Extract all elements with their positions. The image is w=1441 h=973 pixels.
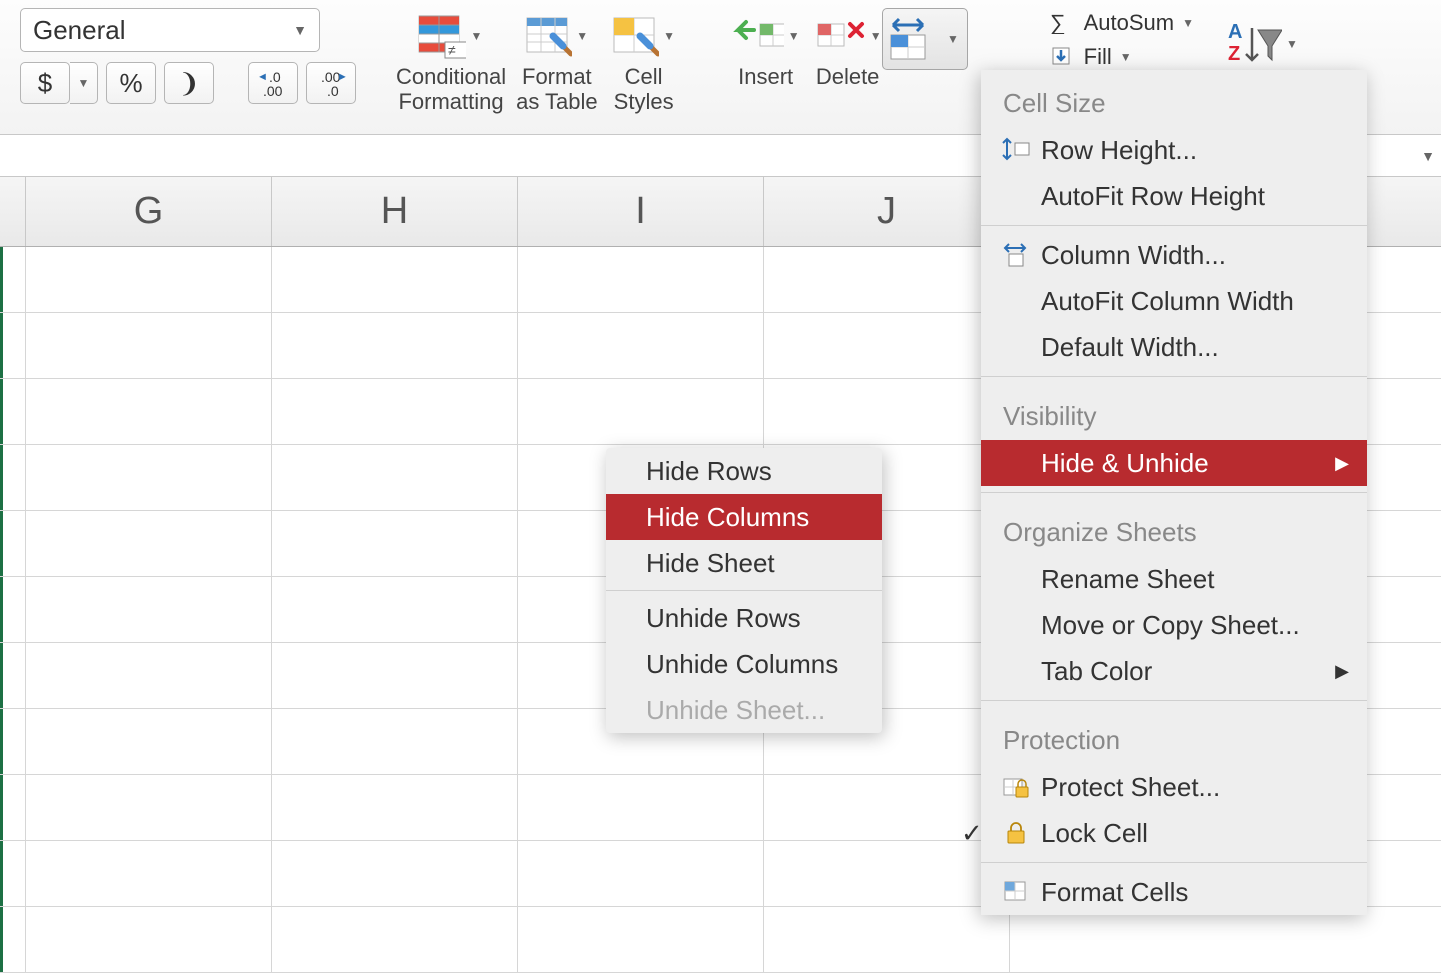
- grid-row: [0, 907, 1441, 973]
- menu-item-format-cells[interactable]: Format Cells: [981, 869, 1367, 915]
- format-as-table-button[interactable]: ▼ Format as Table: [516, 8, 598, 115]
- chevron-down-icon: ▼: [947, 32, 965, 46]
- menu-item-default-width[interactable]: Default Width...: [981, 324, 1367, 370]
- svg-text:◄: ◄: [257, 71, 268, 83]
- format-as-table-label: Format as Table: [516, 64, 598, 115]
- menu-section-visibility: Visibility: [981, 383, 1367, 440]
- menu-section-cell-size: Cell Size: [981, 70, 1367, 127]
- delete-cells-icon: [812, 14, 866, 58]
- format-menu: Cell Size Row Height... AutoFit Row Heig…: [981, 70, 1367, 915]
- chevron-down-icon: ▼: [1182, 16, 1194, 30]
- autosum-icon: ∑: [1048, 11, 1076, 35]
- format-cells-button[interactable]: ▼: [882, 8, 968, 70]
- chevron-down-icon: ▼: [1286, 37, 1298, 51]
- conditional-formatting-button[interactable]: ≠ ▼ Conditional Formatting: [396, 8, 506, 115]
- insert-cells-icon: [730, 14, 784, 58]
- increase-decimal-button[interactable]: ◄.0.00: [248, 62, 298, 104]
- insert-cells-button[interactable]: ▼ Insert: [730, 8, 802, 89]
- column-header-edge: [0, 177, 26, 246]
- chevron-down-icon: ▼: [1120, 50, 1132, 64]
- row-height-icon: [999, 135, 1033, 165]
- number-format-selector[interactable]: General ▼: [20, 8, 320, 52]
- menu-section-protection: Protection: [981, 707, 1367, 764]
- submenu-arrow-icon: ▶: [1335, 661, 1349, 682]
- sort-filter-button[interactable]: A Z ▼: [1228, 20, 1298, 68]
- column-width-icon: [999, 240, 1033, 270]
- checkmark-icon: ✓: [961, 818, 983, 849]
- svg-text:A: A: [1228, 21, 1242, 43]
- chevron-down-icon: ▼: [663, 29, 680, 43]
- format-as-table-icon: [521, 12, 572, 60]
- column-header[interactable]: J: [764, 177, 1010, 246]
- submenu-arrow-icon: ▶: [1335, 453, 1349, 474]
- svg-text:.00: .00: [263, 83, 283, 98]
- chevron-down-icon: ▼: [293, 22, 307, 38]
- svg-text:≠: ≠: [448, 42, 456, 58]
- cell-styles-button[interactable]: ▼ Cell Styles: [608, 8, 680, 115]
- submenu-item-hide-rows[interactable]: Hide Rows: [606, 448, 882, 494]
- menu-item-tab-color[interactable]: Tab Color▶: [981, 648, 1367, 694]
- menu-item-protect-sheet[interactable]: Protect Sheet...: [981, 764, 1367, 810]
- number-format-group: General ▼ $ ▼ % ❩ ◄.0.00 .00►.0: [20, 8, 356, 104]
- submenu-item-unhide-rows[interactable]: Unhide Rows: [606, 595, 882, 641]
- menu-item-lock-cell[interactable]: ✓ Lock Cell: [981, 810, 1367, 856]
- cell-styles-icon: [608, 12, 659, 60]
- comma-format-button[interactable]: ❩: [164, 62, 214, 104]
- svg-text:Z: Z: [1228, 43, 1240, 65]
- column-header[interactable]: H: [272, 177, 518, 246]
- menu-item-autofit-row-height[interactable]: AutoFit Row Height: [981, 173, 1367, 219]
- format-cells-icon: [885, 15, 945, 63]
- decrease-decimal-button[interactable]: .00►.0: [306, 62, 356, 104]
- autosum-button[interactable]: ∑ AutoSum ▼: [1044, 8, 1198, 38]
- lock-icon: [999, 818, 1033, 848]
- chevron-down-icon: ▼: [470, 29, 487, 43]
- insert-label: Insert: [738, 64, 793, 89]
- delete-label: Delete: [816, 64, 880, 89]
- formula-bar-expand-icon[interactable]: ▼: [1421, 148, 1435, 164]
- delete-cells-button[interactable]: ▼ Delete: [812, 8, 884, 89]
- number-format-buttons: $ ▼ % ❩ ◄.0.00 .00►.0: [20, 62, 356, 104]
- accounting-format-button[interactable]: $: [20, 62, 70, 104]
- format-cells-icon: [999, 877, 1033, 907]
- number-format-value: General: [33, 15, 126, 46]
- svg-text:.0: .0: [327, 83, 339, 98]
- fill-down-icon: [1048, 45, 1076, 69]
- sort-filter-icon: A Z: [1228, 20, 1282, 68]
- protect-sheet-icon: [999, 772, 1033, 802]
- menu-item-column-width[interactable]: Column Width...: [981, 232, 1367, 278]
- percent-format-button[interactable]: %: [106, 62, 156, 104]
- conditional-formatting-label: Conditional Formatting: [396, 64, 506, 115]
- svg-text:∑: ∑: [1050, 12, 1066, 34]
- fill-button[interactable]: Fill ▼: [1044, 42, 1198, 72]
- menu-item-move-copy-sheet[interactable]: Move or Copy Sheet...: [981, 602, 1367, 648]
- chevron-down-icon: ▼: [576, 29, 593, 43]
- cell-styles-label: Cell Styles: [614, 64, 674, 115]
- submenu-item-unhide-sheet: Unhide Sheet...: [606, 687, 882, 733]
- menu-item-hide-unhide[interactable]: Hide & Unhide ▶: [981, 440, 1367, 486]
- menu-item-row-height[interactable]: Row Height...: [981, 127, 1367, 173]
- column-header[interactable]: I: [518, 177, 764, 246]
- menu-section-organize: Organize Sheets: [981, 499, 1367, 556]
- accounting-format-dropdown[interactable]: ▼: [70, 62, 98, 104]
- hide-unhide-submenu: Hide Rows Hide Columns Hide Sheet Unhide…: [606, 448, 882, 733]
- submenu-item-unhide-columns[interactable]: Unhide Columns: [606, 641, 882, 687]
- menu-item-autofit-column-width[interactable]: AutoFit Column Width: [981, 278, 1367, 324]
- chevron-down-icon: ▼: [788, 29, 802, 43]
- menu-item-rename-sheet[interactable]: Rename Sheet: [981, 556, 1367, 602]
- svg-text:►: ►: [337, 71, 347, 83]
- conditional-formatting-icon: ≠: [415, 12, 466, 60]
- submenu-item-hide-sheet[interactable]: Hide Sheet: [606, 540, 882, 586]
- column-header[interactable]: G: [26, 177, 272, 246]
- submenu-item-hide-columns[interactable]: Hide Columns: [606, 494, 882, 540]
- editing-group: ∑ AutoSum ▼ Fill ▼: [1044, 8, 1198, 72]
